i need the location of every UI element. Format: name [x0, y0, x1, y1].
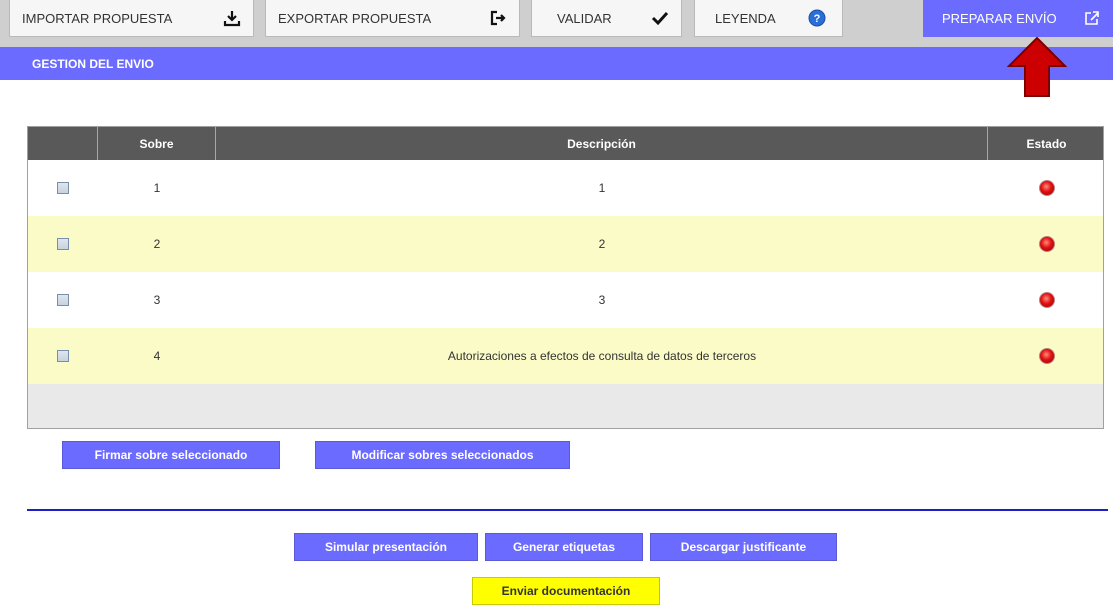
- send-documentation-button[interactable]: Enviar documentación: [472, 577, 660, 605]
- sobre-cell: 4: [153, 349, 161, 363]
- column-header-descripcion: Descripción: [216, 127, 988, 160]
- export-proposal-button[interactable]: EXPORTAR PROPUESTA: [265, 0, 520, 37]
- table-row: 3 3: [28, 272, 1103, 328]
- row-checkbox[interactable]: [57, 294, 69, 306]
- check-icon: [651, 9, 669, 27]
- section-header: GESTION DEL ENVIO: [0, 47, 1113, 80]
- simulate-presentation-button[interactable]: Simular presentación: [294, 533, 478, 561]
- modify-selected-button[interactable]: Modificar sobres seleccionados: [315, 441, 570, 469]
- descripcion-cell: 1: [598, 181, 606, 195]
- column-header-estado: Estado: [1026, 136, 1067, 151]
- prepare-send-label: PREPARAR ENVÍO: [942, 10, 1057, 26]
- validate-label: VALIDAR: [557, 10, 612, 26]
- download-receipt-button[interactable]: Descargar justificante: [650, 533, 837, 561]
- legend-button[interactable]: LEYENDA ?: [694, 0, 843, 37]
- table-row: 1 1: [28, 160, 1103, 216]
- legend-label: LEYENDA: [715, 10, 776, 26]
- descripcion-cell: Autorizaciones a efectos de consulta de …: [447, 349, 757, 363]
- import-proposal-button[interactable]: IMPORTAR PROPUESTA: [9, 0, 254, 37]
- toolbar: IMPORTAR PROPUESTA EXPORTAR PROPUESTA VA…: [0, 0, 1113, 47]
- sobre-cell: 1: [153, 181, 161, 195]
- svg-text:?: ?: [814, 13, 821, 25]
- section-title: GESTION DEL ENVIO: [32, 57, 154, 71]
- red-status-icon: [1038, 236, 1055, 252]
- table-row: 2 2: [28, 216, 1103, 272]
- row-checkbox[interactable]: [57, 182, 69, 194]
- download-icon: [223, 9, 241, 27]
- section-divider: [27, 509, 1108, 511]
- column-header-sobre: Sobre: [98, 127, 216, 160]
- red-status-icon: [1038, 292, 1055, 308]
- envelopes-table: Sobre Descripción Estado 1 1 2 2 3 3 4 A…: [27, 126, 1104, 429]
- red-status-icon: [1038, 348, 1055, 364]
- sobre-cell: 2: [153, 237, 161, 251]
- help-icon: ?: [808, 9, 826, 27]
- prepare-send-button[interactable]: PREPARAR ENVÍO: [923, 0, 1113, 37]
- export-icon: [489, 9, 507, 27]
- red-arrow-indicator: [1007, 36, 1067, 97]
- share-icon: [1083, 9, 1101, 27]
- row-checkbox[interactable]: [57, 238, 69, 250]
- red-status-icon: [1038, 180, 1055, 196]
- sign-selected-button[interactable]: Firmar sobre seleccionado: [62, 441, 280, 469]
- column-header-select: [28, 127, 98, 160]
- descripcion-cell: 2: [598, 237, 606, 251]
- row-checkbox[interactable]: [57, 350, 69, 362]
- sobre-cell: 3: [153, 293, 161, 307]
- descripcion-cell: 3: [598, 293, 606, 307]
- export-proposal-label: EXPORTAR PROPUESTA: [278, 10, 432, 26]
- table-header: Sobre Descripción Estado: [28, 127, 1103, 160]
- validate-button[interactable]: VALIDAR: [531, 0, 682, 37]
- table-row: 4 Autorizaciones a efectos de consulta d…: [28, 328, 1103, 384]
- generate-labels-button[interactable]: Generar etiquetas: [485, 533, 643, 561]
- import-proposal-label: IMPORTAR PROPUESTA: [22, 10, 173, 26]
